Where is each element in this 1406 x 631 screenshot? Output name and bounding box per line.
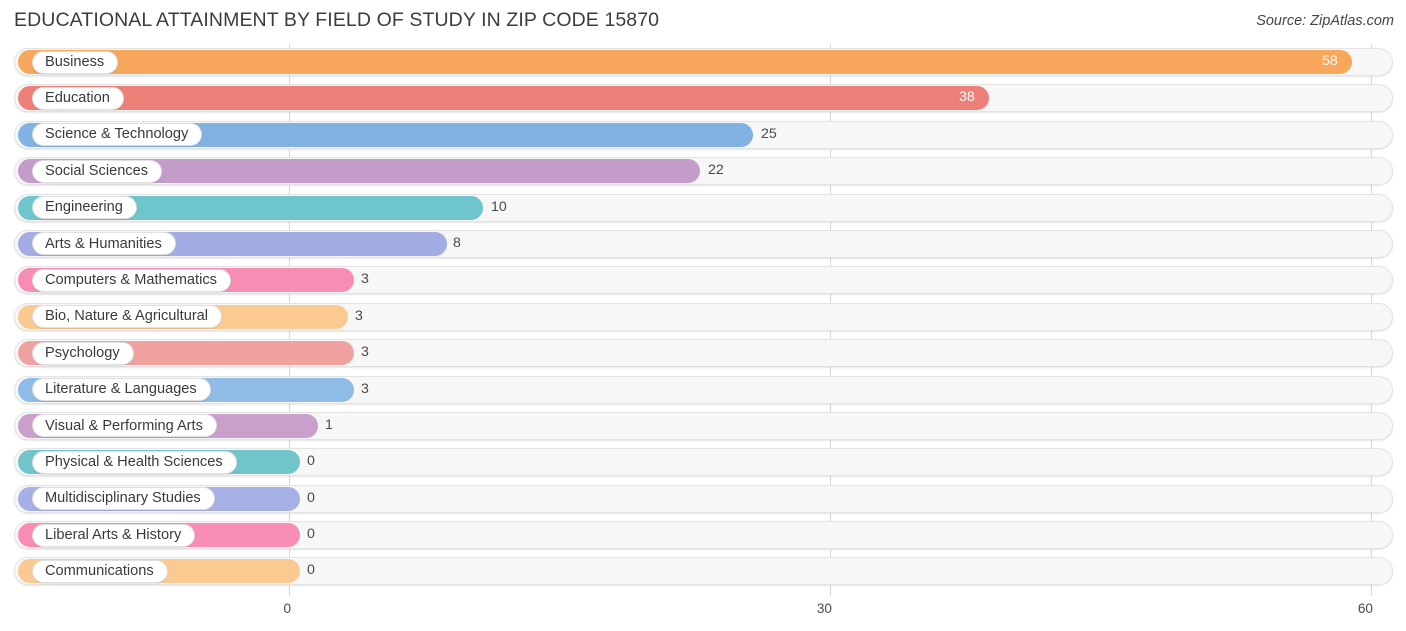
bar-value-label: 0 (307, 562, 315, 579)
category-label: Visual & Performing Arts (45, 417, 203, 434)
bar-value-label: 1 (325, 416, 333, 433)
bar-row: Literature & Languages 3 (0, 372, 1406, 408)
category-label-pill: Computers & Mathematics (32, 268, 231, 292)
category-label: Bio, Nature & Agricultural (45, 308, 209, 325)
bar-row: Education 38 (0, 80, 1406, 116)
bar-value-label: 22 (708, 162, 724, 179)
category-label: Business (45, 53, 105, 70)
bar-value-label: 58 (1322, 53, 1338, 69)
category-label: Arts & Humanities (45, 235, 162, 252)
bar-value-label: 3 (355, 307, 363, 324)
chart-plot-area: Business 58 Education 38 Science & Technolog… (0, 44, 1406, 599)
bar-rows: Business 58 Education 38 Science & Technolog… (0, 44, 1406, 590)
category-label-pill: Science & Technology (32, 123, 203, 147)
bar-row: Computers & Mathematics 3 (0, 262, 1406, 298)
bar-row: Bio, Nature & Agricultural 3 (0, 299, 1406, 335)
bar-row: Liberal Arts & History 0 (0, 517, 1406, 553)
category-label-pill: Literature & Languages (32, 378, 211, 402)
x-axis: 0 30 60 (0, 599, 1406, 631)
bar-row: Psychology 3 (0, 335, 1406, 371)
bar-row: Multidisciplinary Studies 0 (0, 481, 1406, 517)
bar-row: Communications 0 (0, 553, 1406, 589)
category-label-pill: Communications (32, 559, 168, 583)
bar-value-label: 0 (307, 453, 315, 470)
category-label-pill: Business (32, 50, 119, 74)
category-label: Engineering (45, 199, 123, 216)
category-label: Communications (45, 563, 154, 580)
category-label-pill: Engineering (32, 196, 137, 220)
x-axis-tick: 30 (816, 601, 832, 616)
category-label-pill: Social Sciences (32, 159, 163, 183)
category-label-pill: Physical & Health Sciences (32, 450, 237, 474)
source-attribution: Source: ZipAtlas.com (1256, 13, 1394, 29)
category-label: Physical & Health Sciences (45, 454, 223, 470)
bar-value-label: 10 (491, 198, 507, 215)
category-label-pill: Psychology (32, 341, 134, 365)
bar-value-label: 25 (761, 125, 777, 142)
category-label-pill: Education (32, 86, 124, 110)
category-label: Science & Technology (45, 126, 189, 143)
category-label: Social Sciences (45, 162, 149, 179)
category-label-pill: Bio, Nature & Agricultural (32, 305, 223, 329)
category-label: Computers & Mathematics (45, 272, 217, 289)
x-axis-tick: 0 (283, 601, 291, 616)
category-label: Liberal Arts & History (45, 526, 182, 543)
bar-row: Engineering 10 (0, 190, 1406, 226)
bar-row: Social Sciences 22 (0, 153, 1406, 189)
chart-header: EDUCATIONAL ATTAINMENT BY FIELD OF STUDY… (0, 0, 1406, 44)
bar-value-label: 0 (307, 489, 315, 506)
x-axis-tick: 60 (1357, 601, 1373, 616)
category-label-pill: Arts & Humanities (32, 232, 176, 256)
bar-value-label: 38 (959, 89, 975, 106)
category-label-pill: Liberal Arts & History (32, 523, 196, 547)
bar-row: Business 58 (0, 44, 1406, 80)
bar-value-label: 3 (361, 380, 369, 397)
bar-row: Science & Technology 25 (0, 117, 1406, 153)
bar[interactable] (18, 86, 989, 111)
bar-value-label: 3 (361, 344, 369, 361)
category-label: Psychology (45, 344, 120, 361)
category-label: Literature & Languages (45, 381, 197, 398)
bar-row: Visual & Performing Arts 1 (0, 408, 1406, 444)
bar-row: Arts & Humanities 8 (0, 226, 1406, 262)
category-label-pill: Visual & Performing Arts (32, 414, 217, 438)
bar-row: Physical & Health Sciences 0 (0, 444, 1406, 480)
category-label: Multidisciplinary Studies (45, 490, 201, 507)
bar-value-label: 3 (361, 271, 369, 288)
page-title: EDUCATIONAL ATTAINMENT BY FIELD OF STUDY… (14, 9, 660, 31)
bar-value-label: 8 (453, 234, 461, 251)
bar-value-label: 0 (307, 526, 315, 543)
category-label-pill: Multidisciplinary Studies (32, 487, 215, 511)
bar[interactable] (18, 50, 1352, 74)
category-label: Education (45, 90, 110, 107)
